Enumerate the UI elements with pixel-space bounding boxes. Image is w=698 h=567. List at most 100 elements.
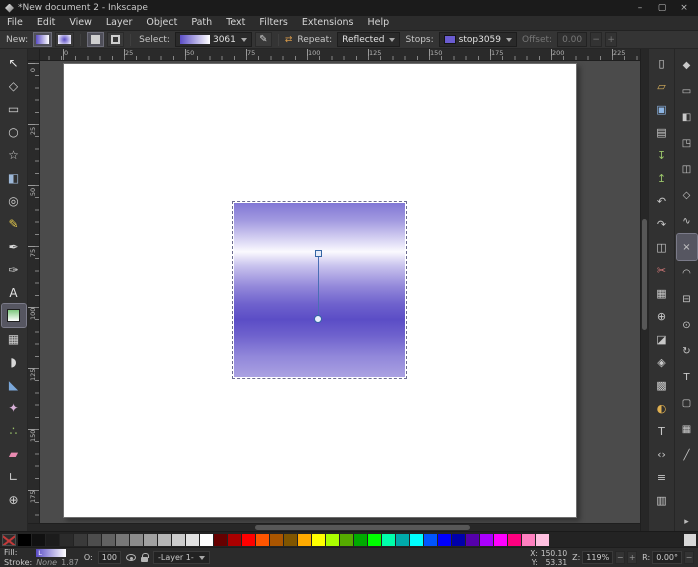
menu-path[interactable]: Path: [184, 16, 219, 30]
palette-swatch[interactable]: [312, 533, 325, 546]
palette-swatch[interactable]: [466, 533, 479, 546]
palette-swatch[interactable]: [536, 533, 549, 546]
stroke-value[interactable]: None: [36, 558, 57, 567]
stop-select-dropdown[interactable]: stop3059: [438, 32, 517, 47]
import-button[interactable]: ↧: [651, 144, 673, 167]
palette-swatch[interactable]: [494, 533, 507, 546]
palette-swatch[interactable]: [200, 533, 213, 546]
palette-swatch[interactable]: [522, 533, 535, 546]
minimize-button[interactable]: –: [631, 0, 649, 16]
node-editor-tool[interactable]: ◇: [2, 74, 26, 97]
vertical-ruler[interactable]: 0 25 50 75 100 125 150 175: [28, 61, 40, 523]
text-dialog-button[interactable]: T: [651, 420, 673, 443]
palette-swatch[interactable]: [228, 533, 241, 546]
mesh-gradient-tool[interactable]: ▦: [2, 327, 26, 350]
paste-button[interactable]: ▦: [651, 282, 673, 305]
calligraphy-tool[interactable]: ✑: [2, 258, 26, 281]
rotation-decrease-button[interactable]: −: [684, 551, 694, 564]
menu-object[interactable]: Object: [139, 16, 184, 30]
palette-swatch[interactable]: [438, 533, 451, 546]
close-button[interactable]: ×: [675, 0, 693, 16]
menu-view[interactable]: View: [62, 16, 99, 30]
snap-bbox-corners-button[interactable]: ◳: [677, 130, 697, 156]
no-color-swatch[interactable]: [2, 533, 16, 546]
palette-swatch[interactable]: [284, 533, 297, 546]
palette-swatch[interactable]: [60, 533, 73, 546]
gradient-tool[interactable]: [0, 303, 27, 328]
zoom-drawing-button[interactable]: ⊕: [651, 305, 673, 328]
paint-bucket-tool[interactable]: ◣: [2, 373, 26, 396]
offset-decrease-button[interactable]: −: [590, 32, 603, 47]
palette-swatch[interactable]: [172, 533, 185, 546]
palette-swatch[interactable]: [410, 533, 423, 546]
snapbar-expander-icon[interactable]: ▸: [684, 517, 689, 527]
gradient-start-handle[interactable]: [315, 250, 322, 257]
palette-swatch[interactable]: [88, 533, 101, 546]
vertical-scrollbar[interactable]: [640, 49, 648, 531]
eraser-tool[interactable]: ▰: [2, 442, 26, 465]
gradient-rectangle[interactable]: [232, 201, 407, 379]
opacity-field[interactable]: 100: [97, 551, 122, 564]
menu-text[interactable]: Text: [219, 16, 252, 30]
save-document-button[interactable]: ▣: [651, 98, 673, 121]
palette-swatch[interactable]: [298, 533, 311, 546]
copy-button[interactable]: ◫: [651, 236, 673, 259]
dropper-tool[interactable]: ◗: [2, 350, 26, 373]
redo-button[interactable]: ↷: [651, 213, 673, 236]
new-linear-gradient-button[interactable]: [33, 32, 53, 47]
horizontal-scrollbar-thumb[interactable]: [255, 525, 470, 530]
edit-gradient-button[interactable]: ✎: [254, 32, 272, 47]
snap-grids-button[interactable]: ▦: [677, 416, 697, 442]
palette-swatch[interactable]: [46, 533, 59, 546]
undo-button[interactable]: ↶: [651, 190, 673, 213]
apply-to-stroke-button[interactable]: [107, 32, 125, 47]
offset-spinner[interactable]: 0.00: [557, 32, 588, 47]
snap-object-centers-button[interactable]: ⊙: [677, 312, 697, 338]
palette-swatch[interactable]: [242, 533, 255, 546]
palette-swatch[interactable]: [396, 533, 409, 546]
rotation-field[interactable]: 0.00°: [652, 551, 682, 564]
layer-lock-icon[interactable]: [141, 553, 150, 562]
zoom-in-button[interactable]: +: [627, 551, 638, 564]
snap-path-intersections-button[interactable]: ×: [675, 233, 698, 261]
duplicate-button[interactable]: ◪: [651, 328, 673, 351]
snap-enable-button[interactable]: ◆: [677, 52, 697, 78]
palette-swatch[interactable]: [74, 533, 87, 546]
snap-rotation-centers-button[interactable]: ↻: [677, 338, 697, 364]
snap-bbox-edge-midpoints-button[interactable]: ◫: [677, 156, 697, 182]
gradient-end-handle[interactable]: [314, 315, 322, 323]
new-document-button[interactable]: ▯: [651, 52, 673, 75]
new-radial-gradient-button[interactable]: [55, 32, 75, 47]
gradient-select-dropdown[interactable]: 3061: [174, 32, 252, 47]
palette-swatch[interactable]: [508, 533, 521, 546]
snap-text-baselines-button[interactable]: T: [677, 364, 697, 390]
palette-swatch[interactable]: [452, 533, 465, 546]
box-3d-tool[interactable]: ◧: [2, 166, 26, 189]
fill-stroke-dialog-button[interactable]: ◐: [651, 397, 673, 420]
snap-midpoints-button[interactable]: ⊟: [677, 286, 697, 312]
tweak-tool[interactable]: ✦: [2, 396, 26, 419]
palette-swatch[interactable]: [382, 533, 395, 546]
palette-swatch[interactable]: [144, 533, 157, 546]
zoom-tool[interactable]: ⊕: [2, 488, 26, 511]
palette-swatch[interactable]: [270, 533, 283, 546]
snap-nodes-button[interactable]: ◇: [677, 182, 697, 208]
canvas[interactable]: [40, 61, 640, 523]
spiral-tool[interactable]: ◎: [2, 189, 26, 212]
snap-guides-button[interactable]: ╱: [677, 442, 697, 468]
spray-tool[interactable]: ∴: [2, 419, 26, 442]
palette-swatch[interactable]: [326, 533, 339, 546]
menu-extensions[interactable]: Extensions: [295, 16, 361, 30]
palette-swatch[interactable]: [368, 533, 381, 546]
zoom-out-button[interactable]: −: [615, 551, 626, 564]
connector-tool[interactable]: ∟: [2, 465, 26, 488]
layer-visibility-icon[interactable]: [126, 554, 137, 561]
horizontal-scrollbar[interactable]: [28, 523, 640, 531]
palette-swatch[interactable]: [186, 533, 199, 546]
snap-cusp-nodes-button[interactable]: ◠: [677, 260, 697, 286]
zoom-field[interactable]: 119%: [582, 551, 614, 564]
palette-swatch[interactable]: [480, 533, 493, 546]
palette-swatch[interactable]: [102, 533, 115, 546]
export-button[interactable]: ↥: [651, 167, 673, 190]
palette-menu-button[interactable]: [684, 533, 696, 546]
